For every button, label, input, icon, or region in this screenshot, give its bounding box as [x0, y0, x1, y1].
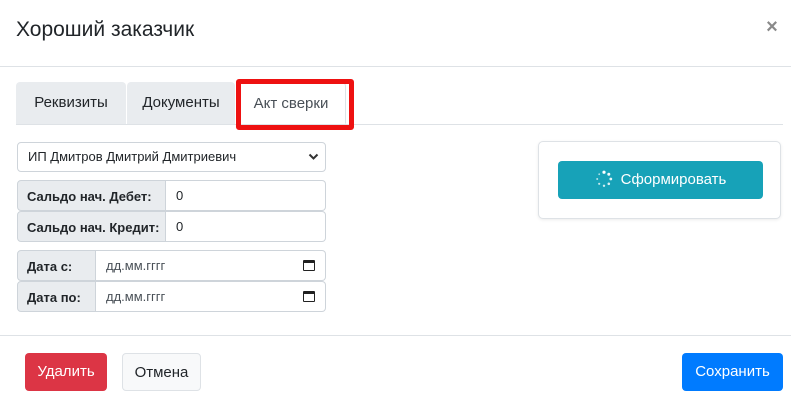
generate-button[interactable]: Сформировать: [558, 161, 763, 199]
date-from-placeholder: дд.мм.гггг: [106, 258, 166, 273]
tab-requisites[interactable]: Реквизиты: [16, 82, 126, 124]
modal-footer: Удалить Отмена Сохранить: [0, 335, 791, 405]
calendar-icon[interactable]: [303, 260, 315, 271]
counterparty-select-value: ИП Дмитров Дмитрий Дмитриевич: [28, 149, 237, 164]
date-to-group: Дата по: дд.мм.гггг: [17, 281, 326, 312]
delete-button[interactable]: Удалить: [25, 353, 107, 391]
date-from-input[interactable]: дд.мм.гггг: [96, 250, 326, 281]
date-from-label: Дата с:: [17, 250, 96, 281]
highlight-box: [236, 79, 354, 130]
modal-header: Хороший заказчик ×: [0, 0, 791, 67]
calendar-icon[interactable]: [303, 291, 315, 302]
tab-documents[interactable]: Документы: [127, 82, 235, 124]
modal-title: Хороший заказчик: [16, 18, 195, 41]
date-to-placeholder: дд.мм.гггг: [106, 289, 166, 304]
date-to-input[interactable]: дд.мм.гггг: [96, 281, 326, 312]
chevron-down-icon: [308, 143, 319, 183]
modal-dialog: Хороший заказчик × Реквизиты Документы А…: [0, 0, 791, 404]
date-from-group: Дата с: дд.мм.гггг: [17, 250, 326, 281]
save-button[interactable]: Сохранить: [682, 353, 783, 391]
date-to-label: Дата по:: [17, 281, 96, 312]
credit-group: Сальдо нач. Кредит: 0: [17, 211, 326, 242]
tab-bar: Реквизиты Документы Акт сверки: [16, 82, 783, 125]
generate-card: Сформировать: [538, 141, 781, 219]
credit-label: Сальдо нач. Кредит:: [17, 211, 166, 242]
credit-input[interactable]: 0: [166, 211, 326, 242]
close-button[interactable]: ×: [761, 14, 783, 40]
counterparty-select[interactable]: ИП Дмитров Дмитрий Дмитриевич: [17, 142, 326, 172]
debit-input[interactable]: 0: [166, 180, 326, 211]
generate-button-label: Сформировать: [620, 171, 727, 188]
spinner-icon: [595, 165, 613, 203]
cancel-button[interactable]: Отмена: [122, 353, 201, 391]
debit-group: Сальдо нач. Дебет: 0: [17, 180, 326, 211]
debit-label: Сальдо нач. Дебет:: [17, 180, 166, 211]
